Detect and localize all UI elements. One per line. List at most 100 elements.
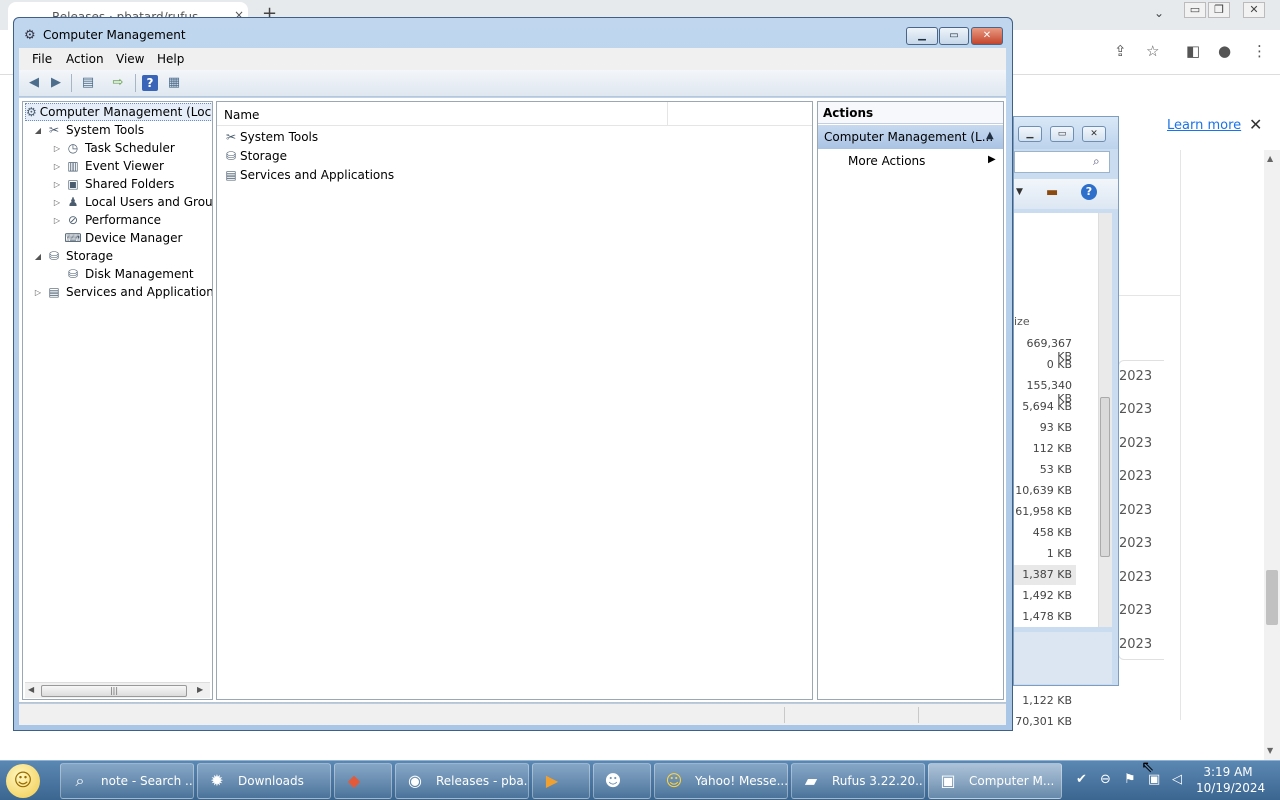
page-scrollbar[interactable]	[1264, 150, 1280, 760]
scroll-left-arrow-icon[interactable]: ◀	[28, 685, 34, 694]
tree-item-services-apps[interactable]: ▷ ▤ Services and Applications	[31, 283, 212, 301]
preview-pane-icon[interactable]: ▬	[1046, 185, 1058, 200]
release-date-cell: 2023	[1119, 570, 1153, 585]
explorer-window-background[interactable]: ▁ ▭ ✕ ⌕ ▼ ▬ ? ize 669,367 KB 0 KB 155,340 …	[1013, 116, 1119, 728]
volume-muted-icon[interactable]: ◁	[1172, 772, 1182, 787]
collapsed-arrow-icon[interactable]: ▷	[50, 162, 64, 171]
tree-item-computer-management[interactable]: ⚙ Computer Management (Local	[25, 103, 212, 121]
explorer-titlebar: ▁ ▭ ✕	[1014, 117, 1118, 149]
list-item[interactable]: ✂ System Tools	[222, 128, 318, 146]
storage-icon: ⛁	[225, 149, 237, 163]
forward-arrow-icon[interactable]: ▶	[45, 73, 67, 93]
tree-item-task-scheduler[interactable]: ▷ ◷ Task Scheduler	[50, 139, 175, 157]
tree-item-storage[interactable]: ◢ ⛁ Storage	[31, 247, 113, 265]
menu-help[interactable]: Help	[157, 52, 184, 66]
taskbar-item-app[interactable]: ☻	[593, 763, 651, 799]
collapsed-arrow-icon[interactable]: ▷	[50, 198, 64, 207]
clock-time: 3:19 AM	[1203, 765, 1253, 779]
taskbar-item-search[interactable]: ⌕ note - Search ...	[60, 763, 194, 799]
toolbar: ◀ ▶ ▤ ⇨ ? ▦	[19, 70, 1006, 97]
maximize-button[interactable]: ▭	[939, 27, 969, 45]
explorer-search-input[interactable]: ⌕	[1014, 151, 1110, 173]
yahoo-messenger-icon: ☺	[665, 771, 683, 790]
name-column-header[interactable]: Name	[224, 108, 259, 122]
tools-icon: ✂	[225, 130, 237, 144]
tree-item-shared-folders[interactable]: ▷ ▣ Shared Folders	[50, 175, 174, 193]
taskbar-item-downloads[interactable]: ✹ Downloads	[197, 763, 331, 799]
show-hide-action-pane-icon[interactable]: ▦	[163, 73, 185, 93]
collapsed-arrow-icon[interactable]: ▷	[50, 216, 64, 225]
window-titlebar[interactable]: ⚙ Computer Management ▁ ▭ ✕	[14, 18, 1012, 48]
app-icon: ◆	[347, 771, 361, 790]
show-hide-console-tree-icon[interactable]: ▤	[77, 73, 99, 93]
taskbar-item-yahoo-messenger[interactable]: ☺ Yahoo! Messe...	[654, 763, 788, 799]
tree-item-disk-management[interactable]: ⛁ Disk Management	[50, 265, 194, 283]
scroll-right-arrow-icon[interactable]: ▶	[197, 685, 203, 694]
export-list-icon[interactable]: ⇨	[107, 73, 129, 93]
taskbar-clock[interactable]: 3:19 AM 10/19/2024	[1196, 764, 1265, 796]
file-size-cell: 1,478 KB	[1022, 610, 1072, 623]
tree-item-device-manager[interactable]: ⌨ Device Manager	[50, 229, 182, 247]
minus-circle-icon[interactable]: ⊖	[1100, 772, 1111, 787]
infobar-close-icon[interactable]: ✕	[1249, 115, 1262, 134]
minimize-button[interactable]: ▁	[906, 27, 938, 45]
bookmark-star-icon[interactable]: ☆	[1146, 42, 1159, 60]
actions-group-computer-management[interactable]: Computer Management (L... ▲	[818, 125, 1003, 149]
start-button[interactable]: ☺	[6, 764, 40, 798]
dropdown-chevron-icon[interactable]: ▼	[1016, 187, 1023, 197]
share-icon[interactable]: ⇪	[1114, 42, 1127, 60]
browser-restore-button[interactable]: ❐	[1208, 2, 1230, 18]
menu-view[interactable]: View	[116, 52, 144, 66]
column-divider[interactable]	[667, 102, 668, 126]
menu-file[interactable]: File	[32, 52, 52, 66]
browser-close-button[interactable]: ✕	[1243, 2, 1265, 18]
more-actions-item[interactable]: More Actions	[848, 154, 925, 168]
tree-item-event-viewer[interactable]: ▷ ▥ Event Viewer	[50, 157, 164, 175]
tree-item-label: System Tools	[66, 123, 145, 137]
explorer-scroll-thumb[interactable]	[1100, 397, 1110, 557]
taskbar-item-media-player[interactable]: ▶	[532, 763, 590, 799]
window-title: Computer Management	[43, 28, 186, 42]
computer-management-window[interactable]: ⚙ Computer Management ▁ ▭ ✕ File Action …	[13, 17, 1013, 731]
tree-item-system-tools[interactable]: ◢ ✂ System Tools	[31, 121, 144, 139]
help-icon[interactable]: ?	[142, 75, 158, 91]
collapsed-arrow-icon[interactable]: ▷	[31, 288, 45, 297]
help-icon[interactable]: ?	[1081, 184, 1097, 200]
taskbar-item-chrome[interactable]: ◉ Releases - pba...	[395, 763, 529, 799]
flag-icon[interactable]: ⚑	[1124, 772, 1136, 787]
tree-scroll-thumb[interactable]: |||	[41, 685, 187, 697]
expanded-arrow-icon[interactable]: ◢	[31, 252, 45, 261]
browser-minimize-button[interactable]: ▭	[1184, 2, 1206, 18]
close-button[interactable]: ✕	[971, 27, 1003, 45]
page-scroll-thumb[interactable]	[1266, 570, 1278, 625]
side-panel-icon[interactable]: ◧	[1186, 42, 1200, 60]
file-size-cell: 10,639 KB	[1015, 484, 1072, 497]
scroll-up-arrow-icon[interactable]: ▲	[1267, 154, 1273, 163]
taskbar-item-rufus[interactable]: ▰ Rufus 3.22.20...	[791, 763, 925, 799]
back-arrow-icon[interactable]: ◀	[23, 73, 45, 93]
list-item[interactable]: ⛁ Storage	[222, 147, 287, 165]
submenu-arrow-icon[interactable]: ▶	[988, 154, 996, 165]
learn-more-link[interactable]: Learn more	[1167, 118, 1241, 133]
tree-item-performance[interactable]: ▷ ⊘ Performance	[50, 211, 161, 229]
explorer-maximize-button[interactable]: ▭	[1050, 126, 1074, 142]
collapse-arrow-icon[interactable]: ▲	[986, 130, 994, 141]
collapsed-arrow-icon[interactable]: ▷	[50, 144, 64, 153]
menu-action[interactable]: Action	[66, 52, 104, 66]
browser-menu-icon[interactable]: ⋮	[1252, 42, 1267, 60]
scroll-down-arrow-icon[interactable]: ▼	[1267, 746, 1273, 755]
taskbar-item-app[interactable]: ◆	[334, 763, 392, 799]
explorer-minimize-button[interactable]: ▁	[1018, 126, 1042, 142]
list-item[interactable]: ▤ Services and Applications	[222, 166, 394, 184]
profile-icon[interactable]: ●	[1218, 42, 1231, 60]
tree-item-local-users[interactable]: ▷ ♟ Local Users and Groups	[50, 193, 212, 211]
size-column-header[interactable]: ize	[1014, 315, 1030, 328]
taskbar-item-computer-management[interactable]: ▣ Computer M...	[928, 763, 1062, 799]
shared-folder-icon: ▣	[67, 177, 79, 191]
explorer-close-button[interactable]: ✕	[1082, 126, 1106, 142]
tab-search-chevron-icon[interactable]: ⌄	[1154, 6, 1164, 20]
collapsed-arrow-icon[interactable]: ▷	[50, 180, 64, 189]
expanded-arrow-icon[interactable]: ◢	[31, 126, 45, 135]
shield-icon[interactable]: ✔	[1076, 772, 1087, 787]
tree-horizontal-scrollbar[interactable]: ◀ ||| ▶	[25, 682, 210, 698]
